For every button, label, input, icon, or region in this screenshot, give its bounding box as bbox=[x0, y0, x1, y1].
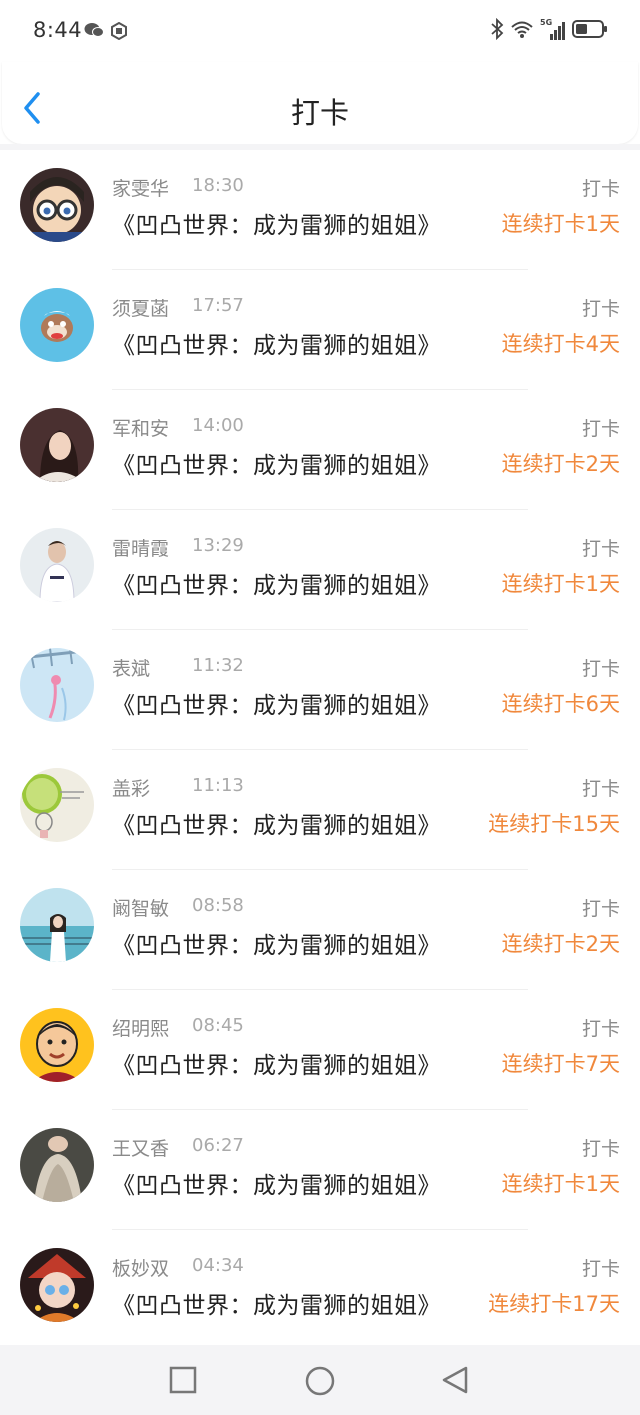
checkin-type: 打卡 bbox=[581, 538, 620, 560]
home-button[interactable] bbox=[304, 1365, 335, 1396]
back-triangle-icon bbox=[440, 1366, 470, 1399]
avatar[interactable] bbox=[20, 1008, 94, 1082]
checkin-type: 打卡 bbox=[581, 178, 620, 200]
avatar[interactable] bbox=[20, 1128, 94, 1202]
list-item[interactable]: 王又香 06:27 《凹凸世界：成为雷狮的姐姐》 打卡 连续打卡1天 bbox=[0, 1110, 640, 1230]
wifi-icon bbox=[510, 19, 534, 43]
book-title[interactable]: 《凹凸世界：成为雷狮的姐姐》 bbox=[112, 806, 441, 840]
list-item[interactable]: 须夏菡 17:57 《凹凸世界：成为雷狮的姐姐》 打卡 连续打卡4天 bbox=[0, 270, 640, 390]
streak-label: 连续打卡6天 bbox=[501, 692, 620, 716]
checkin-type: 打卡 bbox=[581, 1258, 620, 1280]
status-bar: 8:44 5G bbox=[0, 0, 640, 62]
avatar[interactable] bbox=[20, 648, 94, 722]
checkin-list: 家雯华 18:30 《凹凸世界：成为雷狮的姐姐》 打卡 连续打卡1天 须夏菡 1… bbox=[0, 150, 640, 1344]
user-name: 家雯华 bbox=[112, 178, 170, 200]
streak-label: 连续打卡1天 bbox=[501, 1172, 620, 1196]
app-icon bbox=[110, 21, 128, 44]
book-title[interactable]: 《凹凸世界：成为雷狮的姐姐》 bbox=[112, 446, 441, 480]
list-item[interactable]: 军和安 14:00 《凹凸世界：成为雷狮的姐姐》 打卡 连续打卡2天 bbox=[0, 390, 640, 510]
avatar[interactable] bbox=[20, 768, 94, 842]
user-name: 表斌 bbox=[112, 658, 151, 680]
user-name: 雷晴霞 bbox=[112, 538, 170, 560]
book-title[interactable]: 《凹凸世界：成为雷狮的姐姐》 bbox=[112, 1046, 441, 1080]
streak-label: 连续打卡2天 bbox=[501, 932, 620, 956]
checkin-time: 13:29 bbox=[192, 535, 244, 556]
checkin-time: 11:13 bbox=[192, 775, 244, 796]
recents-square-icon bbox=[168, 1366, 198, 1399]
user-name: 阚智敏 bbox=[112, 898, 170, 920]
book-title[interactable]: 《凹凸世界：成为雷狮的姐姐》 bbox=[112, 206, 441, 240]
checkin-time: 08:45 bbox=[192, 1015, 244, 1036]
status-time: 8:44 bbox=[33, 18, 83, 42]
wechat-icon bbox=[84, 22, 104, 42]
checkin-type: 打卡 bbox=[581, 298, 620, 320]
battery-icon bbox=[572, 19, 608, 43]
streak-label: 连续打卡17天 bbox=[488, 1292, 620, 1316]
book-title[interactable]: 《凹凸世界：成为雷狮的姐姐》 bbox=[112, 326, 441, 360]
checkin-time: 06:27 bbox=[192, 1135, 244, 1156]
header: 打卡 bbox=[2, 62, 638, 144]
checkin-time: 04:34 bbox=[192, 1255, 244, 1276]
checkin-time: 18:30 bbox=[192, 175, 244, 196]
streak-label: 连续打卡15天 bbox=[488, 812, 620, 836]
list-item[interactable]: 盖彩 11:13 《凹凸世界：成为雷狮的姐姐》 打卡 连续打卡15天 bbox=[0, 750, 640, 870]
book-title[interactable]: 《凹凸世界：成为雷狮的姐姐》 bbox=[112, 686, 441, 720]
list-item[interactable]: 表斌 11:32 《凹凸世界：成为雷狮的姐姐》 打卡 连续打卡6天 bbox=[0, 630, 640, 750]
checkin-type: 打卡 bbox=[581, 418, 620, 440]
list-item[interactable]: 雷晴霞 13:29 《凹凸世界：成为雷狮的姐姐》 打卡 连续打卡1天 bbox=[0, 510, 640, 630]
streak-label: 连续打卡1天 bbox=[501, 572, 620, 596]
checkin-time: 14:00 bbox=[192, 415, 244, 436]
streak-label: 连续打卡2天 bbox=[501, 452, 620, 476]
user-name: 绍明熙 bbox=[112, 1018, 170, 1040]
streak-label: 连续打卡4天 bbox=[501, 332, 620, 356]
system-nav-bar bbox=[0, 1345, 640, 1415]
list-item[interactable]: 绍明熙 08:45 《凹凸世界：成为雷狮的姐姐》 打卡 连续打卡7天 bbox=[0, 990, 640, 1110]
home-circle-icon bbox=[304, 1366, 336, 1401]
book-title[interactable]: 《凹凸世界：成为雷狮的姐姐》 bbox=[112, 1166, 441, 1200]
signal-5g-icon: 5G bbox=[540, 18, 566, 42]
avatar[interactable] bbox=[20, 408, 94, 482]
avatar[interactable] bbox=[20, 1248, 94, 1322]
checkin-type: 打卡 bbox=[581, 1018, 620, 1040]
avatar[interactable] bbox=[20, 888, 94, 962]
streak-label: 连续打卡1天 bbox=[501, 212, 620, 236]
recents-button[interactable] bbox=[168, 1365, 198, 1395]
user-name: 盖彩 bbox=[112, 778, 151, 800]
status-indicators: 5G bbox=[490, 17, 608, 44]
list-item[interactable]: 板妙双 04:34 《凹凸世界：成为雷狮的姐姐》 打卡 连续打卡17天 bbox=[0, 1230, 640, 1350]
checkin-type: 打卡 bbox=[581, 778, 620, 800]
user-name: 板妙双 bbox=[112, 1258, 170, 1280]
page-title: 打卡 bbox=[290, 96, 349, 130]
checkin-time: 11:32 bbox=[192, 655, 244, 676]
bluetooth-icon bbox=[490, 17, 504, 44]
checkin-type: 打卡 bbox=[581, 658, 620, 680]
checkin-type: 打卡 bbox=[581, 1138, 620, 1160]
avatar[interactable] bbox=[20, 288, 94, 362]
streak-label: 连续打卡7天 bbox=[501, 1052, 620, 1076]
book-title[interactable]: 《凹凸世界：成为雷狮的姐姐》 bbox=[112, 926, 441, 960]
list-item[interactable]: 家雯华 18:30 《凹凸世界：成为雷狮的姐姐》 打卡 连续打卡1天 bbox=[0, 150, 640, 270]
checkin-type: 打卡 bbox=[581, 898, 620, 920]
avatar[interactable] bbox=[20, 528, 94, 602]
checkin-time: 17:57 bbox=[192, 295, 244, 316]
avatar[interactable] bbox=[20, 168, 94, 242]
user-name: 军和安 bbox=[112, 418, 170, 440]
user-name: 须夏菡 bbox=[112, 298, 170, 320]
book-title[interactable]: 《凹凸世界：成为雷狮的姐姐》 bbox=[112, 566, 441, 600]
list-item[interactable]: 阚智敏 08:58 《凹凸世界：成为雷狮的姐姐》 打卡 连续打卡2天 bbox=[0, 870, 640, 990]
book-title[interactable]: 《凹凸世界：成为雷狮的姐姐》 bbox=[112, 1286, 441, 1320]
checkin-time: 08:58 bbox=[192, 895, 244, 916]
user-name: 王又香 bbox=[112, 1138, 170, 1160]
system-back-button[interactable] bbox=[440, 1365, 470, 1395]
